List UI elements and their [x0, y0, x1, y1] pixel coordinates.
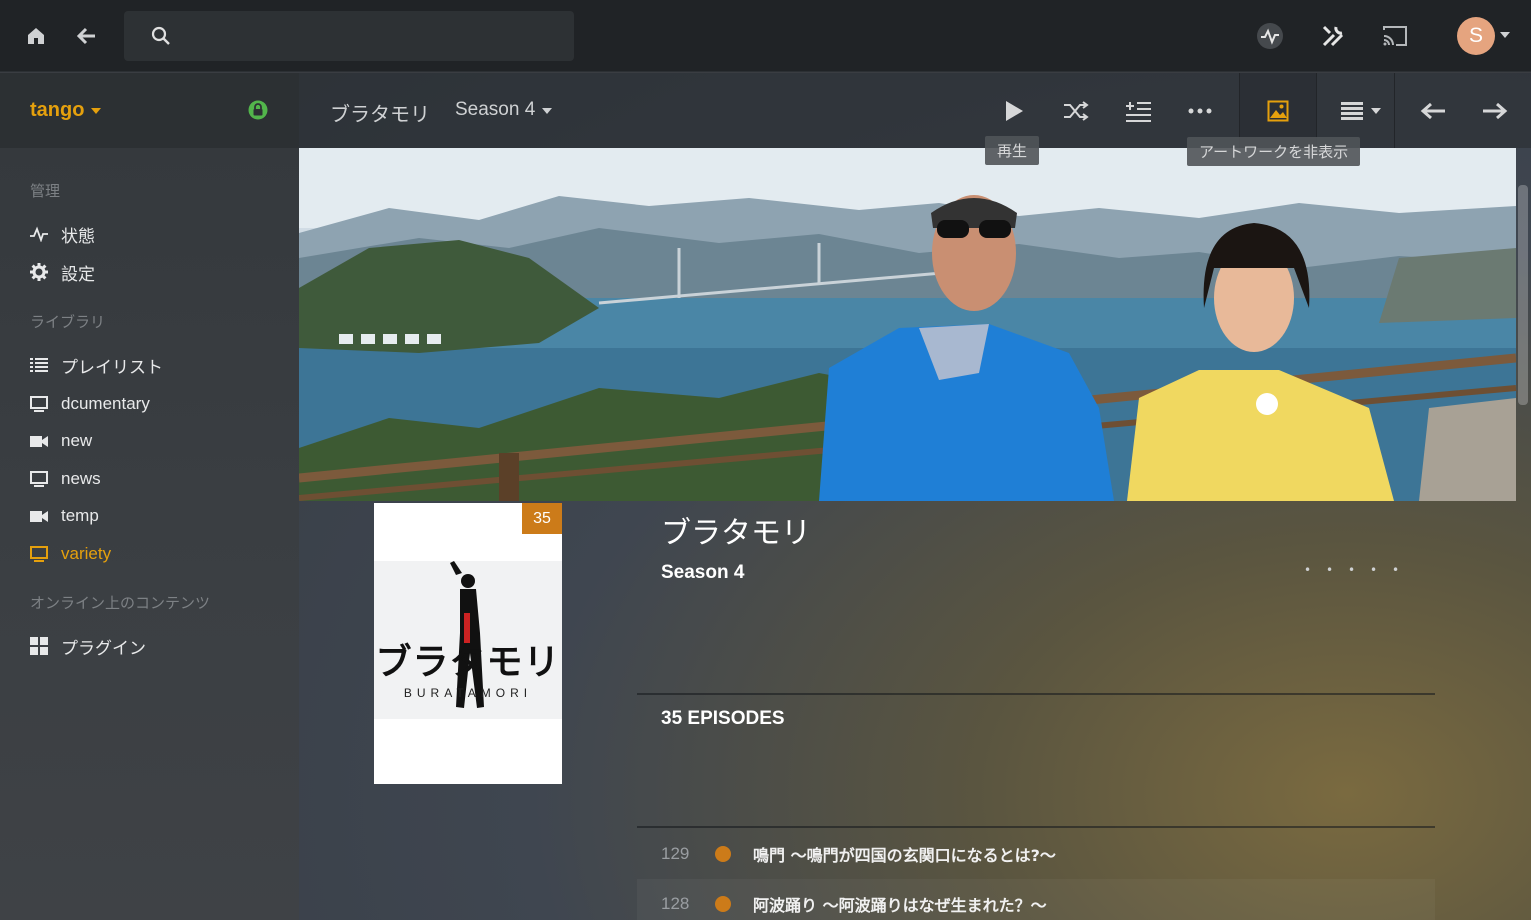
artwork-tooltip: アートワークを非表示: [1187, 137, 1361, 166]
breadcrumb-season[interactable]: Season 4: [455, 99, 535, 121]
list-icon: [28, 354, 50, 376]
divider: [637, 693, 1435, 695]
unwatched-indicator: [715, 896, 731, 912]
artwork-image: [299, 148, 1516, 501]
search-input[interactable]: [180, 21, 560, 51]
lock-icon: [248, 100, 268, 120]
main-content: ブラタモリ Season 4 再生 アートワークを非表示 ブラタモリ BURAT…: [299, 73, 1531, 920]
previous-arrow-icon[interactable]: [1415, 93, 1451, 129]
sidebar-item-label: temp: [61, 506, 99, 525]
show-title: ブラタモリ: [661, 516, 811, 551]
sidebar-item-plugins[interactable]: プラグイン: [28, 631, 288, 661]
tv-icon: [28, 393, 50, 415]
episode-number: 128: [661, 894, 690, 913]
episode-title[interactable]: 鳴門 ～鳴門が四国の玄関口になるとは?～: [753, 842, 1056, 866]
sidebar-item-label: 状態: [61, 226, 95, 246]
home-icon[interactable]: [18, 18, 54, 54]
sidebar: tango 管理 状態 設定 ライブラリ プレイリスト dcumentary n…: [0, 73, 299, 920]
more-options-icon[interactable]: [1182, 93, 1218, 129]
search-box[interactable]: [124, 11, 574, 61]
episode-row[interactable]: 128 阿波踊り ～阿波踊りはなぜ生まれた？～: [637, 879, 1435, 920]
divider: [637, 826, 1435, 828]
play-icon[interactable]: [996, 93, 1032, 129]
video-camera-icon: [28, 430, 50, 452]
star-rating[interactable]: • • • • •: [1304, 564, 1399, 576]
unwatched-count-badge: 35: [522, 503, 562, 534]
sidebar-item-label: new: [61, 431, 93, 450]
sidebar-item-label: news: [61, 469, 101, 488]
view-mode-icon[interactable]: [1334, 93, 1370, 129]
server-selector[interactable]: tango: [0, 73, 299, 148]
tv-icon: [28, 543, 50, 565]
avatar-letter: S: [1468, 24, 1483, 47]
shuffle-icon[interactable]: [1058, 93, 1094, 129]
rating-dot[interactable]: •: [1348, 564, 1355, 576]
sidebar-item-dcumentary[interactable]: dcumentary: [28, 389, 288, 419]
poster-logo-sub: BURATAMORI: [403, 686, 533, 700]
sidebar-item-label: プレイリスト: [61, 357, 163, 377]
gear-icon: [28, 261, 50, 283]
search-icon: [151, 26, 170, 45]
cast-icon[interactable]: [1377, 18, 1413, 54]
sidebar-item-label: 設定: [61, 264, 95, 284]
section-heading-online: オンライン上のコンテンツ: [30, 595, 211, 612]
season-title: Season 4: [661, 562, 745, 583]
top-bar: S: [0, 0, 1531, 72]
episodes-heading: 35 EPISODES: [661, 708, 785, 729]
sidebar-item-settings[interactable]: 設定: [28, 257, 288, 287]
rating-dot[interactable]: •: [1326, 564, 1333, 576]
sidebar-item-news[interactable]: news: [28, 464, 288, 494]
chevron-down-icon[interactable]: [1371, 108, 1381, 114]
activity-icon[interactable]: [1252, 18, 1288, 54]
add-to-queue-icon[interactable]: [1120, 93, 1156, 129]
video-camera-icon: [28, 505, 50, 527]
sidebar-item-temp[interactable]: temp: [28, 501, 288, 531]
back-arrow-icon[interactable]: [68, 18, 104, 54]
season-poster[interactable]: ブラタモリ BURATAMORI: [374, 503, 562, 784]
episode-number: 129: [661, 844, 690, 863]
section-heading-manage: 管理: [30, 183, 61, 200]
sidebar-item-new[interactable]: new: [28, 426, 288, 456]
play-tooltip: 再生: [985, 136, 1040, 165]
tv-icon: [28, 468, 50, 490]
chevron-down-icon[interactable]: [1500, 32, 1510, 38]
background-artwork: [299, 148, 1516, 501]
sidebar-item-status[interactable]: 状態: [28, 219, 288, 249]
sidebar-item-label: プラグイン: [61, 638, 146, 658]
rating-dot[interactable]: •: [1370, 564, 1377, 576]
chevron-down-icon[interactable]: [542, 108, 552, 114]
breadcrumb-title[interactable]: ブラタモリ: [330, 98, 430, 127]
poster-logo-text: ブラタモリ: [375, 642, 561, 683]
rating-dot[interactable]: •: [1392, 564, 1399, 576]
section-heading-library: ライブラリ: [30, 314, 106, 331]
episode-row[interactable]: 129 鳴門 ～鳴門が四国の玄関口になるとは?～: [637, 829, 1435, 879]
unwatched-indicator: [715, 846, 731, 862]
grid-icon: [28, 635, 50, 657]
chevron-down-icon[interactable]: [91, 108, 101, 114]
server-name[interactable]: tango: [30, 99, 84, 122]
rating-dot[interactable]: •: [1304, 564, 1311, 576]
scrollbar[interactable]: [1518, 185, 1528, 405]
sidebar-item-variety[interactable]: variety: [28, 539, 288, 569]
avatar[interactable]: S: [1457, 17, 1495, 55]
activity-icon: [28, 223, 50, 245]
artwork-toggle-icon[interactable]: [1260, 93, 1296, 129]
sidebar-item-playlists[interactable]: プレイリスト: [28, 350, 288, 380]
header-divider: [1394, 73, 1395, 148]
tools-icon[interactable]: [1315, 18, 1351, 54]
next-arrow-icon[interactable]: [1477, 93, 1513, 129]
sidebar-item-label: dcumentary: [61, 394, 150, 413]
sidebar-item-label: variety: [61, 544, 112, 563]
episode-title[interactable]: 阿波踊り ～阿波踊りはなぜ生まれた？～: [753, 892, 1047, 916]
